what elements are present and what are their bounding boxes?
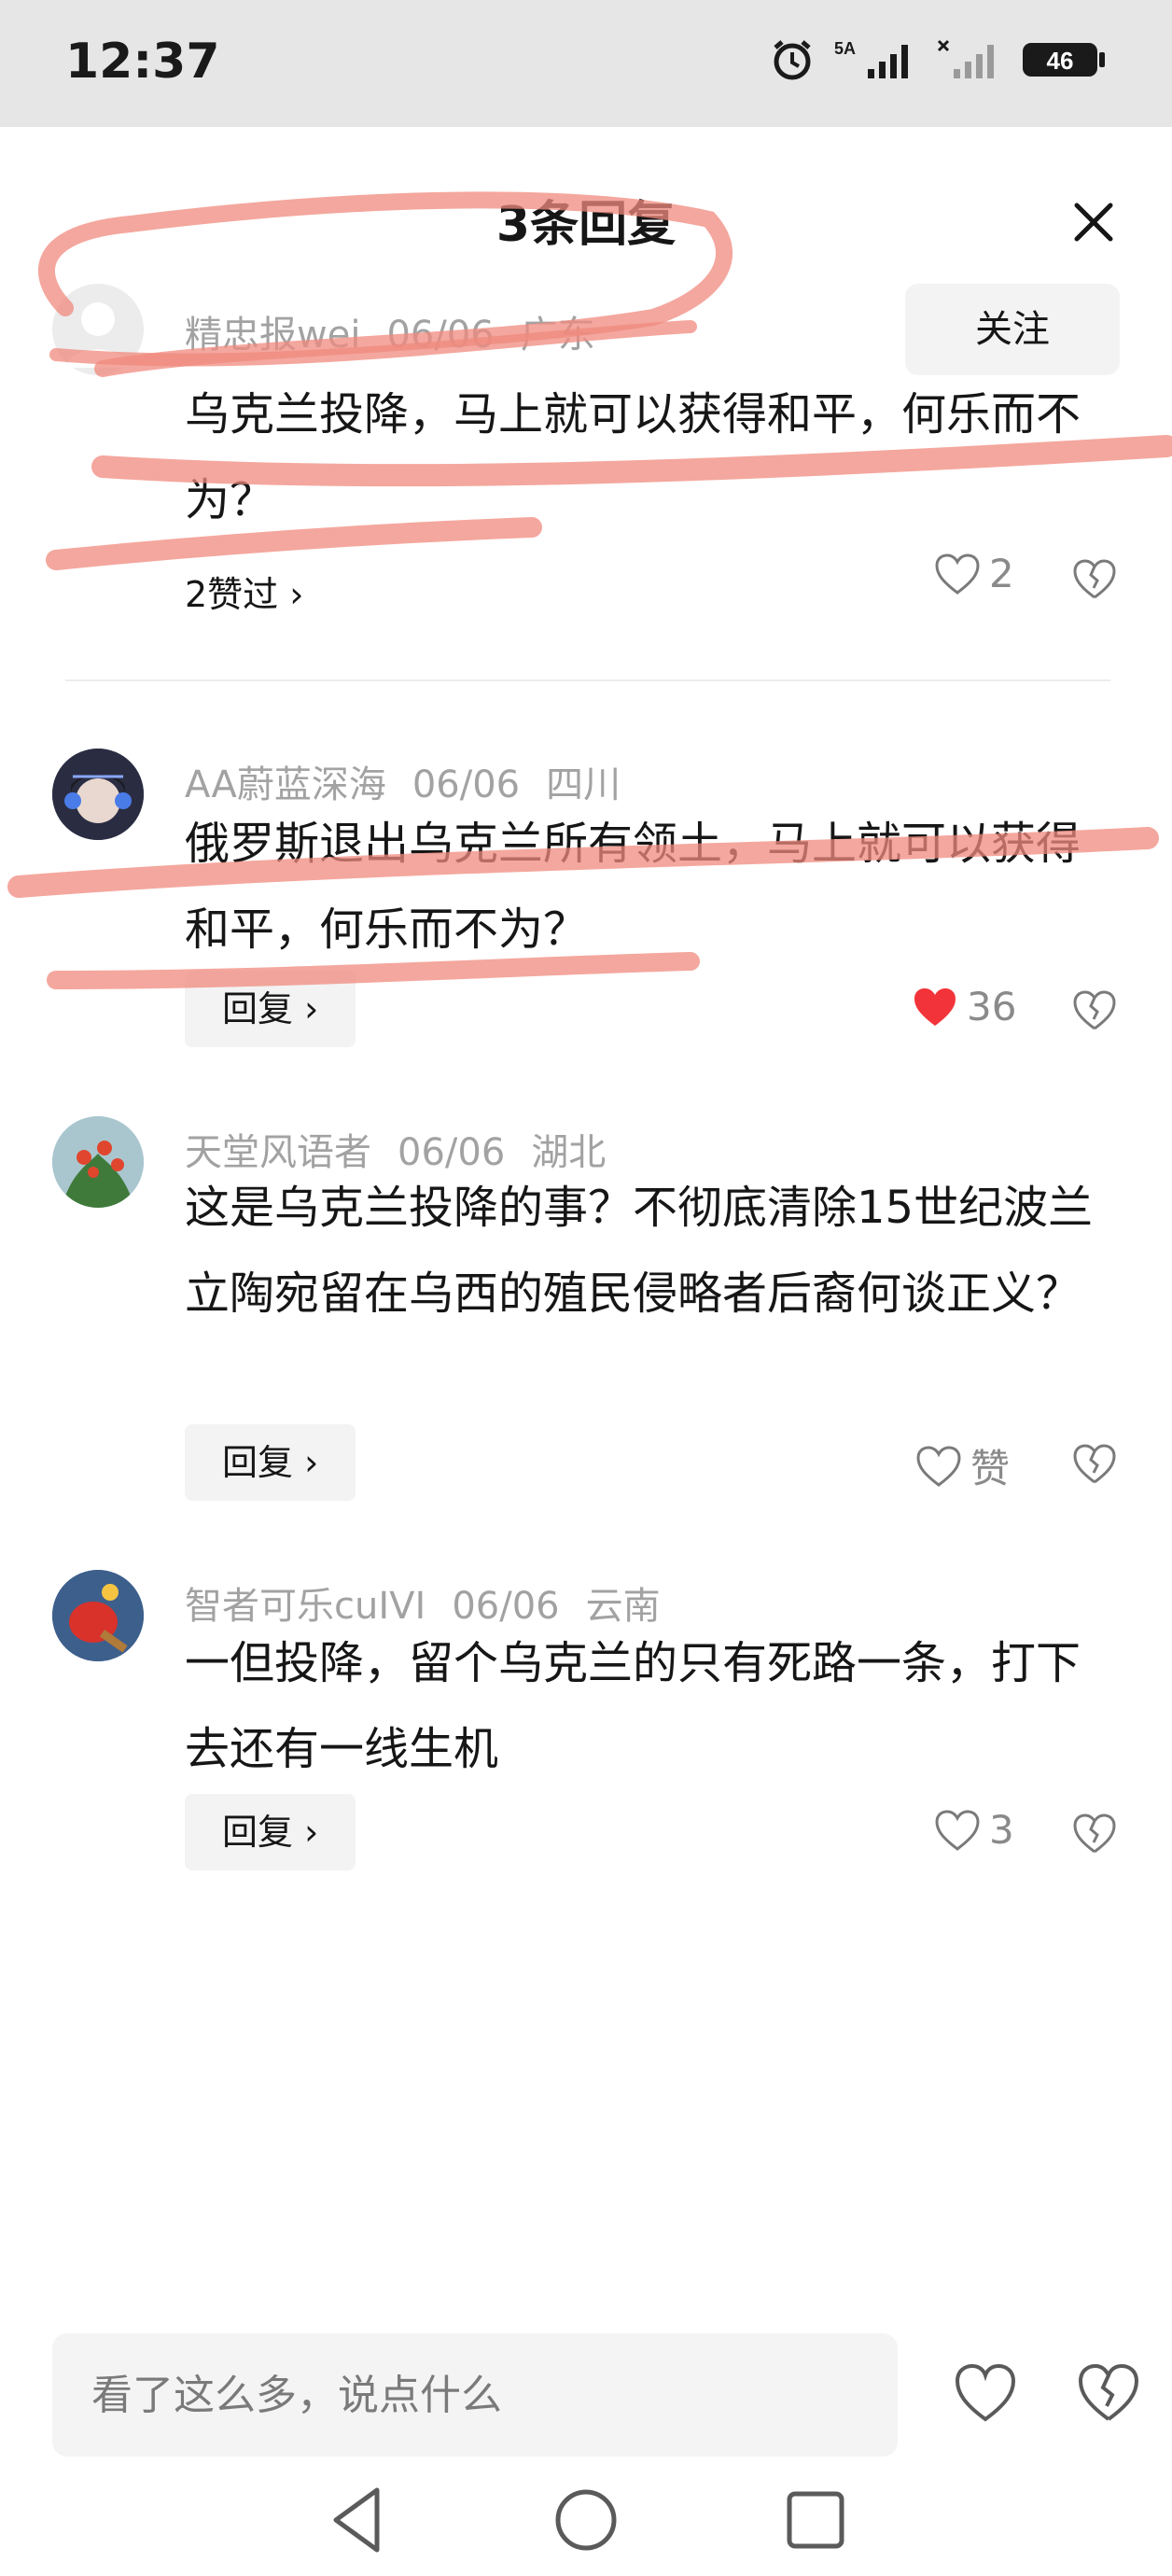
like-count: 赞 — [970, 1446, 1011, 1491]
like-count: 36 — [967, 984, 1017, 1029]
alarm-icon — [774, 40, 811, 80]
username[interactable]: 精忠报wei — [185, 314, 360, 357]
default-avatar-icon — [67, 302, 129, 368]
signal-icon: 5A — [834, 39, 908, 78]
close-icon[interactable] — [1064, 192, 1123, 252]
comment-text[interactable]: 乌克兰投降，马上就可以获得和平，何乐而不为？ — [185, 371, 1118, 543]
avatar[interactable] — [52, 284, 144, 375]
replies-sheet: 3条回复 精忠报wei 06/06 广东 关注 乌克兰投降，马上就可以获得和平，何乐… — [0, 127, 1172, 2576]
home-nav-icon[interactable] — [549, 2483, 623, 2557]
status-icons: 5A 46 — [771, 37, 1107, 82]
like-count: 3 — [989, 1807, 1014, 1853]
broken-heart-icon[interactable] — [1071, 556, 1118, 603]
comment-meta: 精忠报wei 06/06 广东 — [185, 304, 621, 358]
reply-button[interactable]: 回复 › — [185, 1424, 356, 1501]
status-bar: 12:37 5A 46 — [0, 0, 1172, 127]
battery-level: 46 — [1047, 47, 1074, 75]
avatar-image — [52, 749, 144, 840]
status-time: 12:37 — [65, 34, 220, 90]
likes-summary-link[interactable]: 2赞过 › — [185, 566, 303, 617]
battery-icon: 46 — [1023, 43, 1105, 77]
divider — [65, 679, 1110, 681]
like-button[interactable]: 36 — [911, 984, 1016, 1029]
heart-icon — [935, 553, 980, 595]
heart-icon[interactable] — [952, 2361, 1019, 2425]
like-count: 2 — [989, 551, 1014, 596]
reply-button[interactable]: 回复 › — [185, 1794, 356, 1870]
like-button[interactable]: 3 — [933, 1807, 1014, 1853]
back-nav-icon[interactable] — [323, 2483, 398, 2557]
comment-location: 广东 — [520, 314, 595, 357]
network-label: 5A — [834, 39, 856, 58]
like-button[interactable]: 2 — [933, 551, 1014, 596]
avatar[interactable] — [52, 749, 144, 840]
comment-input[interactable] — [52, 2333, 898, 2457]
system-nav-bar — [0, 2483, 1172, 2576]
avatar[interactable] — [52, 1116, 144, 1208]
avatar[interactable] — [52, 1570, 144, 1661]
recents-nav-icon[interactable] — [778, 2483, 853, 2557]
heart-icon — [914, 987, 956, 1026]
like-button[interactable]: 赞 — [914, 1437, 1010, 1494]
comment-text[interactable]: 俄罗斯退出乌克兰所有领土，马上就可以获得和平，何乐而不为？ — [185, 801, 1118, 973]
broken-heart-icon[interactable] — [1075, 2361, 1142, 2425]
reply-button[interactable]: 回复 › — [185, 971, 356, 1047]
follow-button[interactable]: 关注 — [905, 284, 1120, 375]
comment-text[interactable]: 一但投降，留个乌克兰的只有死路一条，打下去还有一线生机 — [185, 1620, 1118, 1792]
avatar-image — [52, 1116, 144, 1208]
bottom-input-bar — [0, 2333, 1172, 2464]
heart-icon — [935, 1809, 980, 1851]
signal-icon — [937, 39, 994, 78]
avatar-image — [52, 1570, 144, 1661]
broken-heart-icon[interactable] — [1071, 1441, 1118, 1488]
broken-heart-icon[interactable] — [1071, 987, 1118, 1034]
comment-text[interactable]: 这是乌克兰投降的事？不彻底清除15世纪波兰立陶宛留在乌西的殖民侵略者后裔何谈正义… — [185, 1165, 1118, 1337]
comment-date: 06/06 — [386, 314, 495, 357]
heart-icon — [916, 1445, 961, 1487]
broken-heart-icon[interactable] — [1071, 1811, 1118, 1857]
sheet-title: 3条回复 — [495, 197, 677, 253]
